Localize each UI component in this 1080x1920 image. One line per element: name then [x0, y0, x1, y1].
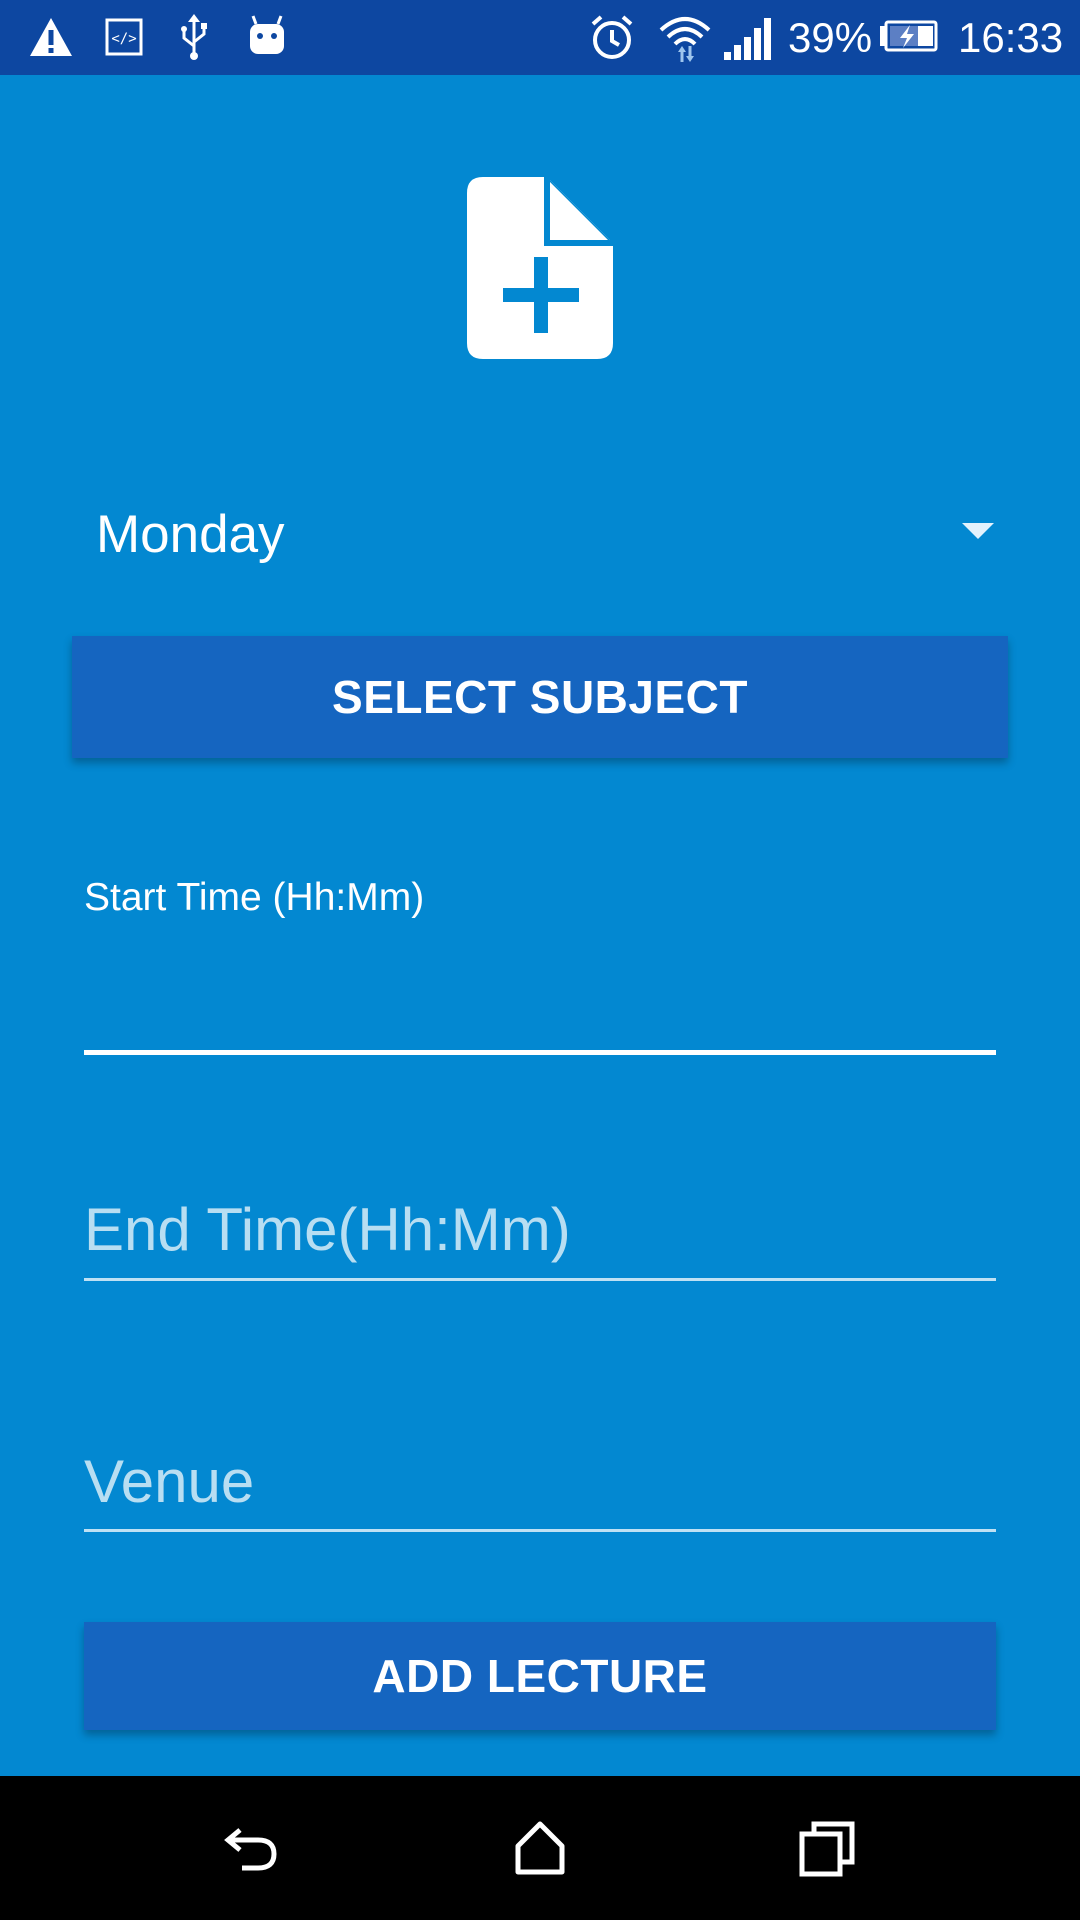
android-debug-icon	[250, 15, 284, 54]
battery-percent: 39%	[788, 14, 873, 61]
end-time-placeholder: End Time(Hh:Mm)	[84, 1196, 571, 1263]
day-spinner[interactable]: Monday	[72, 487, 1008, 583]
venue-field[interactable]: Venue	[84, 1375, 996, 1555]
main-content: Monday SELECT SUBJECT Start Time (Hh:Mm)…	[0, 75, 1080, 1776]
venue-underline	[84, 1529, 996, 1532]
add-lecture-button[interactable]: ADD LECTURE	[84, 1622, 996, 1730]
start-time-field[interactable]: Start Time (Hh:Mm)	[84, 790, 996, 1060]
venue-placeholder: Venue	[84, 1448, 255, 1515]
navigation-bar	[0, 1776, 1080, 1920]
status-bar: </> 39% 16:33	[0, 0, 1080, 75]
select-subject-button[interactable]: SELECT SUBJECT	[72, 636, 1008, 758]
home-icon[interactable]	[508, 1816, 572, 1880]
end-time-field[interactable]: End Time(Hh:Mm)	[84, 1125, 996, 1305]
start-time-underline	[84, 1050, 996, 1055]
svg-text:</>: </>	[111, 31, 136, 47]
recents-icon[interactable]	[796, 1816, 860, 1880]
signal-icon	[724, 18, 771, 60]
dropdown-arrow-icon	[962, 523, 994, 539]
day-spinner-value: Monday	[96, 505, 285, 564]
end-time-underline	[84, 1278, 996, 1281]
battery-charging-icon	[880, 20, 938, 52]
clock: 16:33	[958, 14, 1064, 61]
usb-icon	[181, 14, 207, 60]
wifi-icon	[659, 17, 711, 62]
back-icon[interactable]	[220, 1816, 284, 1880]
code-icon: </>	[105, 18, 143, 56]
note-add-icon	[467, 177, 613, 359]
warning-icon	[30, 18, 72, 56]
alarm-icon	[591, 15, 633, 59]
start-time-label: Start Time (Hh:Mm)	[84, 876, 425, 919]
